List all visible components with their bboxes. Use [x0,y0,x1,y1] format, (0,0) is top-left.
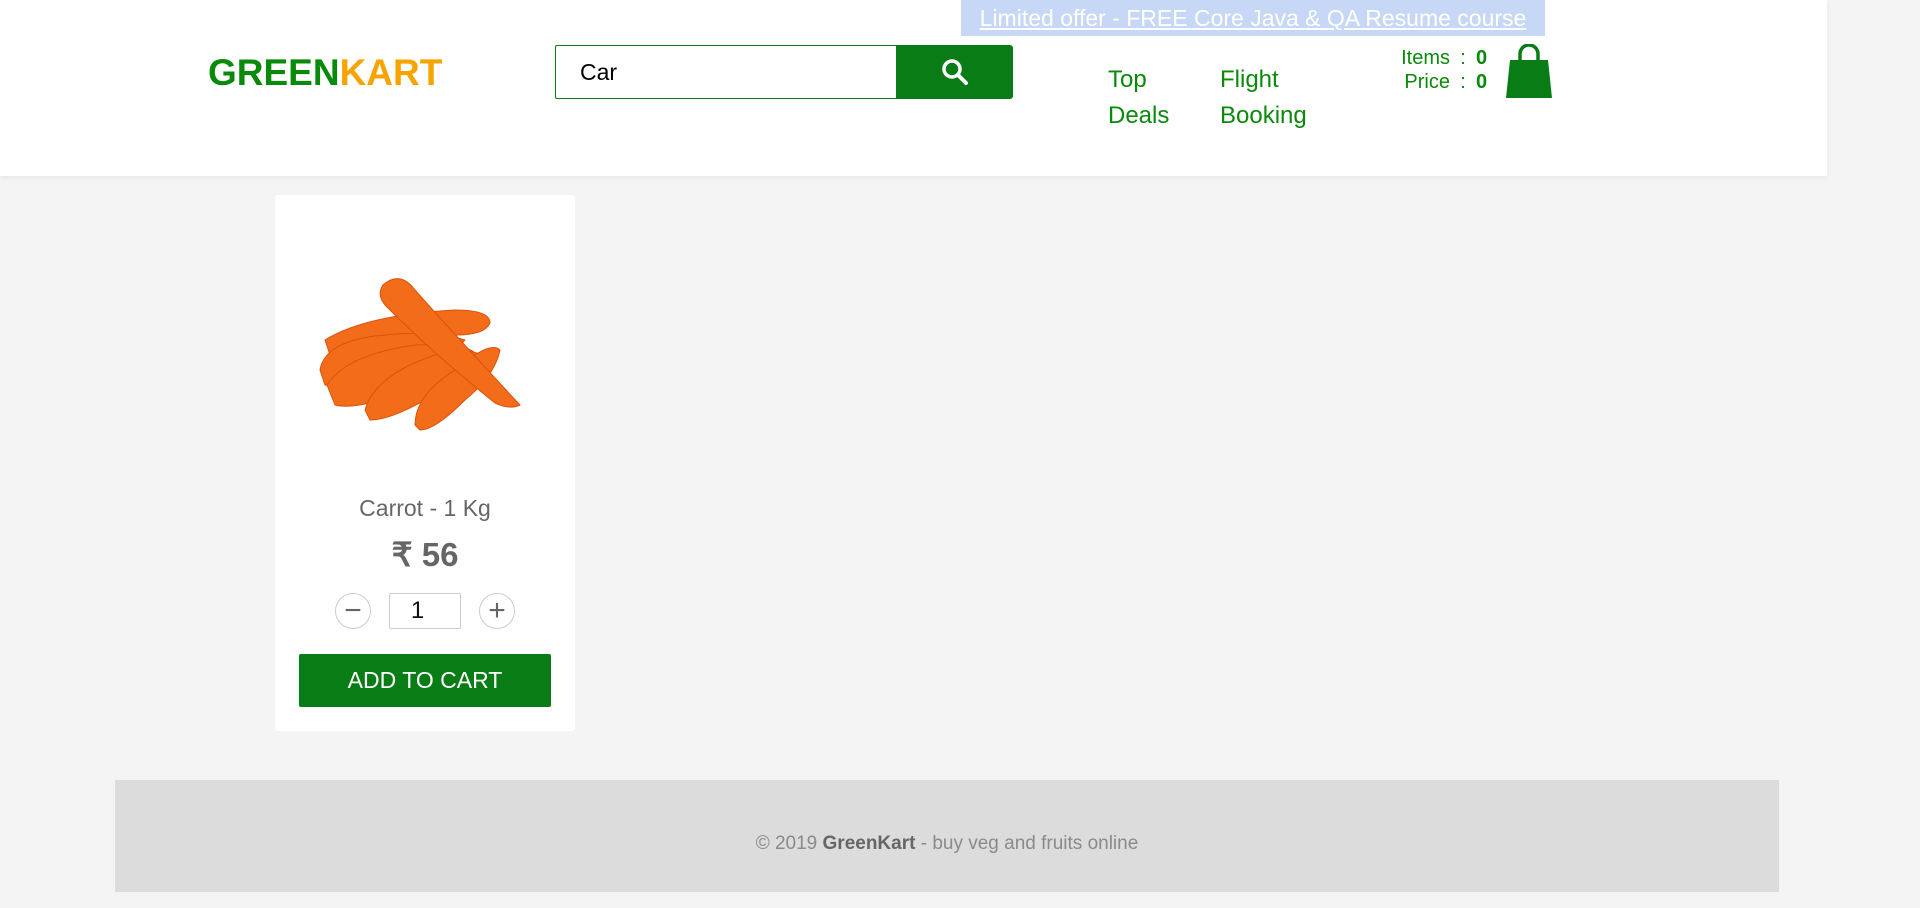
offer-link[interactable]: Limited offer - FREE Core Java & QA Resu… [961,0,1545,36]
carrot-image [319,278,521,431]
nav-label: Flight [1220,66,1279,93]
nav-top-deals[interactable]: Top Deals [1108,62,1169,134]
nav-label: Top [1108,66,1147,93]
plus-icon: + [488,594,506,627]
footer-tagline: - buy veg and fruits online [915,833,1139,854]
footer-brand: GreenKart [822,833,916,854]
minus-icon: − [344,594,362,627]
cart-bag-icon[interactable] [1504,43,1554,104]
footer: © 2019 GreenKart - buy veg and fruits on… [115,780,1779,892]
footer-copyright: © 2019 [755,833,823,854]
logo-kart: KART [339,52,443,93]
price-label: Price [1404,71,1450,93]
logo: GREENKART [208,52,442,94]
search-input[interactable] [555,45,897,99]
separator: : [1460,71,1466,93]
search-button[interactable] [896,45,1013,99]
items-label: Items [1401,47,1450,69]
product-card: Carrot - 1 Kg ₹ 56 − + ADD TO CART [275,195,575,731]
add-to-cart-button[interactable]: ADD TO CART [299,654,551,707]
cart-info: Items:0 Price:0 [1370,46,1487,94]
search-icon [941,59,968,85]
product-price: ₹ 56 [391,536,459,573]
decrement-button[interactable]: − [335,593,371,629]
header: Limited offer - FREE Core Java & QA Resu… [0,0,1827,176]
separator: : [1460,47,1466,69]
quantity-input[interactable] [389,593,461,629]
increment-button[interactable]: + [479,593,515,629]
nav-label: Booking [1220,102,1307,129]
product-name: Carrot - 1 Kg [359,495,491,521]
logo-green: GREEN [208,52,340,93]
nav-flight-booking[interactable]: Flight Booking [1220,62,1307,134]
price-value: 0 [1476,71,1488,93]
items-value: 0 [1476,47,1488,69]
nav-label: Deals [1108,102,1170,129]
